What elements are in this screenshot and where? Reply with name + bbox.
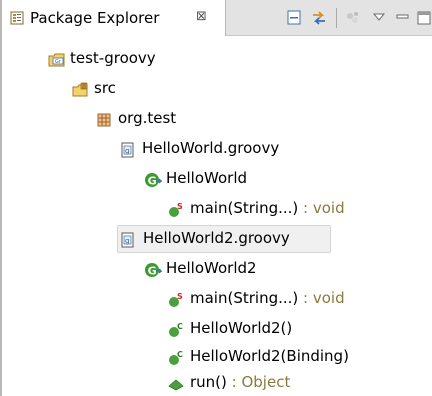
method-name: run() bbox=[190, 373, 227, 391]
groovy-file-icon: g bbox=[120, 142, 136, 158]
toolbar-separator bbox=[336, 8, 337, 28]
tree-item-helloworld-groovy[interactable]: g HelloWorld.groovy bbox=[120, 136, 340, 164]
method-name: HelloWorld2(Binding) bbox=[190, 347, 349, 365]
groovy-file-icon: g bbox=[120, 232, 136, 248]
minimize-icon[interactable] bbox=[394, 10, 412, 26]
focus-icon[interactable] bbox=[344, 10, 362, 26]
static-method-icon: S bbox=[168, 292, 184, 308]
method-icon bbox=[168, 376, 184, 392]
package-explorer-view: Package Explorer ⊠ Gr test-groovy src or… bbox=[0, 0, 432, 396]
package-explorer-icon bbox=[10, 11, 24, 25]
constructor-icon: C bbox=[168, 322, 184, 338]
tree-label: src bbox=[94, 79, 116, 97]
svg-text:S: S bbox=[177, 202, 183, 211]
tree-item-class-helloworld[interactable]: G HelloWorld bbox=[144, 166, 304, 194]
tree-label: HelloWorld2 bbox=[166, 259, 257, 277]
svg-text:C: C bbox=[177, 350, 183, 359]
svg-text:G: G bbox=[148, 265, 157, 278]
groovy-project-icon: Gr bbox=[48, 52, 65, 68]
close-icon[interactable]: ⊠ bbox=[196, 9, 207, 24]
link-with-editor-icon[interactable] bbox=[310, 10, 328, 26]
tree-item-helloworld2-groovy[interactable]: g HelloWorld2.groovy bbox=[117, 225, 331, 253]
tree-item-project[interactable]: Gr test-groovy bbox=[48, 46, 248, 74]
tree-item-src[interactable]: src bbox=[72, 76, 192, 104]
svg-text:G: G bbox=[148, 175, 157, 188]
svg-text:g: g bbox=[125, 237, 129, 245]
method-name: main(String...) bbox=[190, 199, 299, 217]
tree-item-class-helloworld2[interactable]: G HelloWorld2 bbox=[144, 256, 324, 284]
return-type: : Object bbox=[226, 373, 291, 391]
view-menu-icon[interactable] bbox=[370, 10, 388, 26]
return-type: : void bbox=[298, 289, 345, 307]
tree-item-method-main[interactable]: S main(String...) : void bbox=[168, 286, 388, 314]
class-icon: G bbox=[144, 262, 163, 278]
tree-label: org.test bbox=[118, 109, 177, 127]
tree-item-method-run[interactable]: run() : Object bbox=[168, 370, 368, 396]
collapse-all-icon[interactable] bbox=[286, 10, 304, 26]
svg-text:S: S bbox=[177, 292, 183, 301]
tab-package-explorer[interactable]: Package Explorer ⊠ bbox=[2, 0, 226, 36]
class-icon: G bbox=[144, 172, 163, 188]
source-folder-icon bbox=[72, 82, 88, 98]
constructor-icon: C bbox=[168, 350, 184, 366]
svg-text:g: g bbox=[125, 147, 129, 155]
svg-text:C: C bbox=[177, 322, 183, 331]
method-name: HelloWorld2() bbox=[190, 319, 293, 337]
tree-item-method-main[interactable]: S main(String...) : void bbox=[168, 196, 388, 224]
tree-label: HelloWorld bbox=[166, 169, 248, 187]
svg-text:Gr: Gr bbox=[55, 59, 62, 65]
tree-label: HelloWorld2.groovy bbox=[143, 229, 290, 247]
package-icon bbox=[96, 112, 112, 128]
return-type: : void bbox=[298, 199, 345, 217]
tree-label: HelloWorld.groovy bbox=[142, 139, 280, 157]
tree-item-constructor-binding[interactable]: C HelloWorld2(Binding) bbox=[168, 344, 408, 372]
method-name: main(String...) bbox=[190, 289, 299, 307]
tab-title: Package Explorer bbox=[30, 9, 160, 27]
tree-label: test-groovy bbox=[70, 49, 156, 67]
static-method-icon: S bbox=[168, 202, 184, 218]
tree-item-constructor[interactable]: C HelloWorld2() bbox=[168, 316, 368, 344]
tree-item-package[interactable]: org.test bbox=[96, 106, 236, 134]
view-toolbar: Package Explorer ⊠ bbox=[2, 0, 432, 36]
maximize-icon[interactable] bbox=[416, 10, 432, 26]
